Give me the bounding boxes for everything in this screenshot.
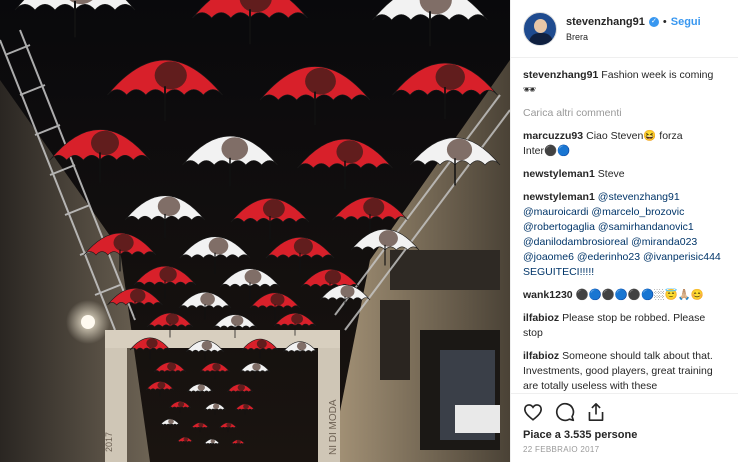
comment-username[interactable]: marcuzzu93	[523, 130, 583, 142]
location-link[interactable]: Brera	[566, 32, 701, 42]
comment-text: @stevenzhang91 @mauroicardi @marcelo_bro…	[523, 191, 721, 278]
heart-icon[interactable]	[523, 403, 543, 421]
post-actions	[511, 393, 738, 429]
post-author-username[interactable]: stevenzhang91	[566, 16, 645, 28]
comment-username[interactable]: newstyleman1	[523, 191, 595, 203]
comment-item: ilfabioz Please stop be robbed. Please st…	[523, 311, 726, 341]
likes-count[interactable]: Piace a 3.535 persone	[511, 429, 738, 441]
share-icon[interactable]	[587, 402, 605, 422]
separator-dot: •	[662, 15, 667, 28]
comment-item: marcuzzu93 Ciao Steven😆 forza Inter⚫🔵	[523, 129, 726, 159]
post-photo[interactable]: 2017 NI DI MODA	[0, 0, 510, 462]
comment-text: Steve	[597, 168, 625, 180]
comment-icon[interactable]	[555, 402, 575, 422]
comment-username[interactable]: ilfabioz	[523, 350, 559, 362]
post-side-panel: stevenzhang91 ✓ • Segui Brera stevenzhan…	[510, 0, 738, 462]
caption-username[interactable]: stevenzhang91	[523, 69, 598, 81]
verified-badge-icon: ✓	[648, 16, 659, 27]
load-more-comments-button[interactable]: Carica altri commenti	[523, 106, 726, 121]
caption: stevenzhang91 Fashion week is coming 🕶	[523, 68, 726, 98]
follow-button[interactable]: Segui	[671, 16, 701, 28]
comment-item: newstyleman1 @stevenzhang91 @mauroicardi …	[523, 190, 726, 280]
arch-year-text: 2017	[104, 432, 114, 452]
comment-item: newstyleman1 Steve	[523, 167, 726, 182]
comment-text: ⚫🔵⚫🔵⚫🔵🏼😇🙏🏼😊	[575, 289, 704, 301]
comment-item: wank1230 ⚫🔵⚫🔵⚫🔵🏼😇🙏🏼😊	[523, 288, 726, 303]
umbrella-street-photo: 2017 NI DI MODA	[0, 0, 510, 462]
comment-username[interactable]: newstyleman1	[523, 168, 595, 180]
arch-sign-text: NI DI MODA	[328, 399, 339, 455]
post-date: 22 FEBBRAIO 2017	[523, 445, 600, 454]
comment-username[interactable]: ilfabioz	[523, 312, 559, 324]
instagram-post: 2017 NI DI MODA stevenzhang91 ✓ • Segui …	[0, 0, 738, 462]
comment-item: ilfabioz Someone should talk about that. …	[523, 349, 726, 393]
post-header: stevenzhang91 ✓ • Segui Brera	[511, 0, 738, 58]
avatar[interactable]	[523, 11, 557, 46]
comments-list[interactable]: stevenzhang91 Fashion week is coming 🕶 Ca…	[511, 58, 738, 393]
comment-username[interactable]: wank1230	[523, 289, 573, 301]
